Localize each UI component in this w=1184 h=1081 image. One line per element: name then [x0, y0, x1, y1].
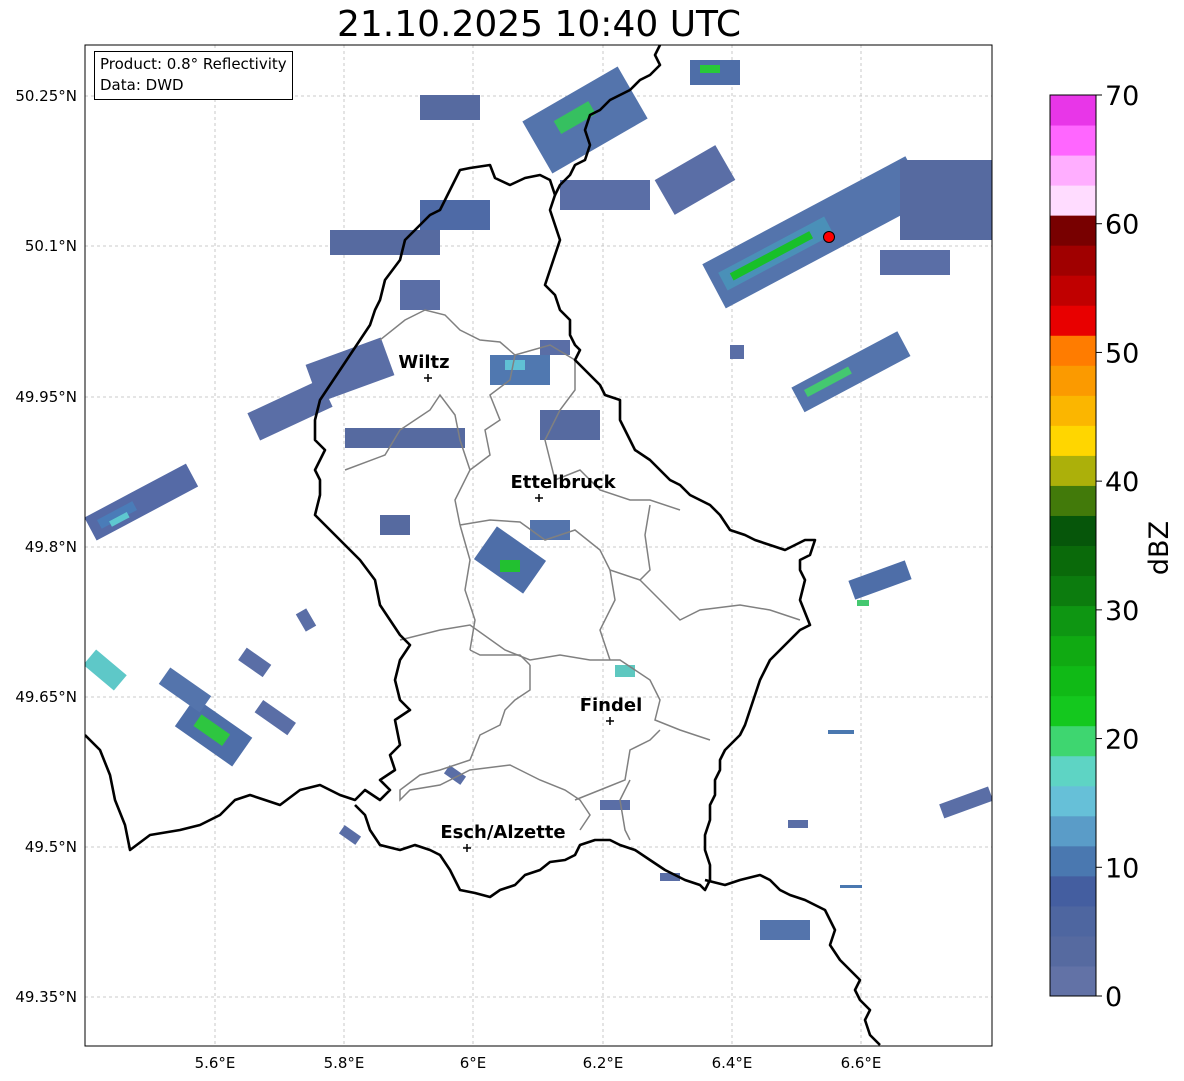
colorbar-swatches — [1050, 95, 1096, 997]
colorbar-swatch — [1050, 725, 1096, 757]
colorbar-swatch — [1050, 125, 1096, 156]
colorbar-swatch — [1050, 905, 1096, 937]
colorbar-swatch — [1050, 425, 1096, 456]
colorbar-swatch — [1050, 695, 1096, 727]
colorbar-swatch — [1050, 515, 1096, 546]
colorbar-ticks: 0 10 20 30 40 50 60 70 — [1096, 81, 1139, 1013]
colorbar-swatch — [1050, 635, 1096, 667]
colorbar-label: dBZ — [1144, 521, 1175, 575]
colorbar-swatch — [1050, 305, 1096, 336]
colorbar-swatch — [1050, 185, 1096, 216]
colorbar-swatch — [1050, 755, 1096, 787]
colorbar-swatch — [1050, 245, 1096, 276]
colorbar-swatch — [1050, 275, 1096, 306]
colorbar-swatch — [1050, 395, 1096, 426]
colorbar-swatch — [1050, 455, 1096, 486]
colorbar-tick-label: 70 — [1105, 81, 1139, 112]
colorbar-tick-label: 0 — [1105, 982, 1122, 1013]
colorbar-tick-label: 60 — [1105, 210, 1139, 241]
colorbar-swatch — [1050, 335, 1096, 366]
colorbar-swatch — [1050, 965, 1096, 997]
colorbar-tick-label: 20 — [1105, 725, 1139, 756]
colorbar-swatch — [1050, 95, 1096, 126]
colorbar-swatch — [1050, 875, 1096, 907]
colorbar-swatch — [1050, 815, 1096, 847]
colorbar-swatch — [1050, 215, 1096, 246]
colorbar-swatch — [1050, 845, 1096, 877]
colorbar-tick-label: 40 — [1105, 467, 1139, 498]
colorbar-swatch — [1050, 665, 1096, 697]
colorbar-tick-label: 10 — [1105, 853, 1139, 884]
colorbar-swatch — [1050, 605, 1096, 637]
colorbar-tick-label: 50 — [1105, 338, 1139, 369]
colorbar-swatch — [1050, 485, 1096, 516]
colorbar: 0 10 20 30 40 50 60 70 dBZ — [1049, 81, 1175, 1013]
colorbar-swatch — [1050, 785, 1096, 817]
colorbar-swatch — [1050, 155, 1096, 186]
colorbar-swatch — [1050, 935, 1096, 967]
colorbar-tick-label: 30 — [1105, 596, 1139, 627]
colorbar-swatch — [1050, 575, 1096, 607]
colorbar-swatch — [1050, 365, 1096, 396]
colorbar-swatch — [1050, 545, 1096, 577]
